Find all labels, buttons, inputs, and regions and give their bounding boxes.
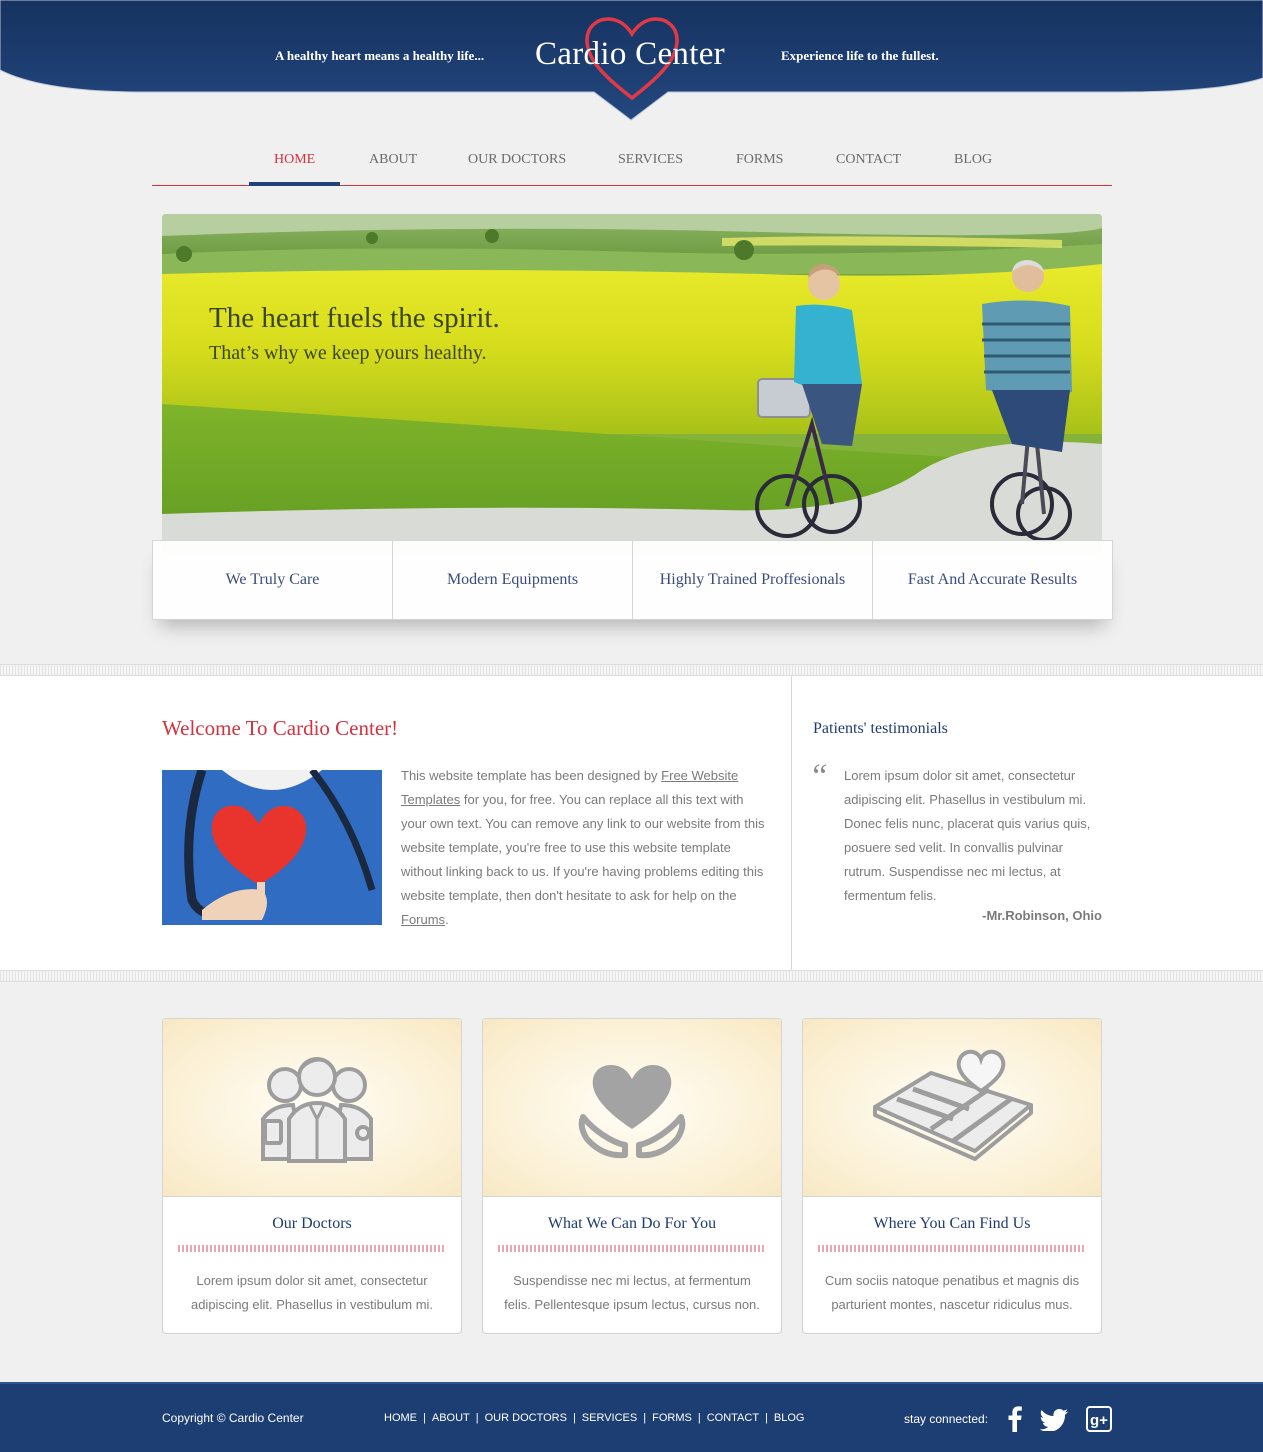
hero-banner: The heart fuels the spirit. That’s why w…	[162, 214, 1102, 554]
card-text: Cum sociis natoque penatibus et magnis d…	[824, 1273, 1080, 1312]
testimonials-title: Patients' testimonials	[813, 720, 948, 737]
footer-link-services[interactable]: SERVICES	[582, 1412, 637, 1424]
footer-link-forms[interactable]: FORMS	[652, 1412, 692, 1424]
welcome-text-part-3: .	[445, 912, 449, 927]
site-footer: Copyright © Cardio Center HOME | ABOUT | O…	[0, 1382, 1263, 1452]
welcome-text-part-2: for you, for free. You can replace all t…	[401, 792, 765, 903]
nav-forms[interactable]: FORMS	[736, 152, 783, 168]
footer-link-our-doctors[interactable]: OUR DOCTORS	[485, 1412, 567, 1424]
footer-separator: |	[643, 1412, 647, 1424]
footer-link-contact[interactable]: CONTACT	[707, 1412, 759, 1424]
nav-services[interactable]: SERVICES	[618, 152, 683, 168]
footer-separator: |	[765, 1412, 768, 1424]
stay-connected-label: stay connected:	[904, 1412, 989, 1426]
tagline-right: Experience life to the fullest.	[781, 48, 939, 63]
column-divider	[791, 676, 792, 970]
card-divider	[178, 1245, 446, 1252]
hero-subtitle: That’s why we keep yours healthy.	[209, 342, 487, 364]
forums-link[interactable]: Forums	[401, 912, 445, 927]
hero-title: The heart fuels the spirit.	[209, 302, 500, 334]
footer-separator: |	[475, 1412, 479, 1424]
card-title: Where You Can Find Us	[873, 1215, 1031, 1232]
map-heart-icon	[873, 1049, 1033, 1161]
doctors-icon	[261, 1057, 373, 1163]
card-text: Suspendisse nec mi lectus, at fermentum …	[504, 1273, 760, 1312]
footer-separator: |	[423, 1412, 426, 1424]
welcome-text-part-1: This website template has been designed …	[401, 768, 662, 783]
facebook-icon[interactable]	[1006, 1406, 1024, 1432]
card-image-area	[163, 1019, 461, 1197]
card-find-us[interactable]: Where You Can Find Us Cum sociis natoque…	[802, 1018, 1102, 1334]
card-what-we-can-do[interactable]: What We Can Do For You Suspendisse nec m…	[482, 1018, 782, 1334]
card-our-doctors[interactable]: Our Doctors Lorem ipsum dolor sit amet, …	[162, 1018, 462, 1334]
nav-blog[interactable]: BLOG	[954, 152, 992, 168]
welcome-image	[162, 770, 382, 925]
content-section: Welcome To Cardio Center! This website t…	[0, 664, 1263, 982]
card-title: Our Doctors	[272, 1215, 352, 1232]
welcome-text: This website template has been designed …	[401, 764, 766, 932]
feature-modern-equipments[interactable]: Modern Equipments	[393, 541, 633, 619]
twitter-icon[interactable]	[1040, 1409, 1068, 1431]
footer-nav: HOME | ABOUT | OUR DOCTORS | SERVICES | FORM…	[384, 1412, 804, 1424]
nav-about[interactable]: ABOUT	[369, 152, 417, 168]
section-stripe-bottom	[0, 970, 1263, 982]
nav-our-doctors[interactable]: OUR DOCTORS	[468, 152, 566, 168]
main-nav: HOME ABOUT OUR DOCTORS SERVICES FORMS CO…	[152, 140, 1112, 186]
welcome-title: Welcome To Cardio Center!	[162, 716, 399, 740]
footer-link-blog[interactable]: BLOG	[774, 1412, 805, 1424]
footer-separator: |	[697, 1412, 701, 1424]
copyright: Copyright © Cardio Center	[162, 1411, 304, 1425]
feature-trained-professionals[interactable]: Highly Trained Proffesionals	[633, 541, 873, 619]
heart-hands-icon	[578, 1065, 686, 1159]
google-plus-icon[interactable]: g+	[1086, 1406, 1112, 1432]
section-stripe-top	[0, 664, 1263, 676]
hero-image	[162, 214, 1102, 554]
footer-link-about[interactable]: ABOUT	[432, 1412, 470, 1424]
card-title: What We Can Do For You	[547, 1215, 717, 1232]
feature-strip: We Truly Care Modern Equipments Highly T…	[152, 540, 1113, 620]
svg-text:g+: g+	[1090, 1412, 1108, 1429]
nav-active-indicator	[249, 182, 340, 186]
testimonial-quote: Lorem ipsum dolor sit amet, consectetur …	[844, 768, 1091, 903]
card-image-area	[483, 1019, 781, 1197]
card-text: Lorem ipsum dolor sit amet, consectetur …	[190, 1273, 434, 1312]
tagline-left: A healthy heart means a healthy life...	[275, 48, 485, 63]
card-image-area	[803, 1019, 1101, 1197]
card-divider	[818, 1245, 1086, 1252]
site-logo[interactable]: Cardio Center	[535, 36, 725, 73]
nav-home[interactable]: HOME	[274, 152, 315, 168]
feature-accurate-results[interactable]: Fast And Accurate Results	[873, 541, 1112, 619]
testimonial-author: -Mr.Robinson, Ohio	[982, 908, 1102, 923]
feature-we-truly-care[interactable]: We Truly Care	[153, 541, 393, 619]
nav-contact[interactable]: CONTACT	[836, 152, 901, 168]
footer-separator: |	[572, 1412, 576, 1424]
site-header: A healthy heart means a healthy life... …	[0, 0, 1263, 125]
quote-icon: “	[809, 758, 828, 795]
card-divider	[498, 1245, 766, 1252]
footer-link-home[interactable]: HOME	[384, 1412, 417, 1424]
